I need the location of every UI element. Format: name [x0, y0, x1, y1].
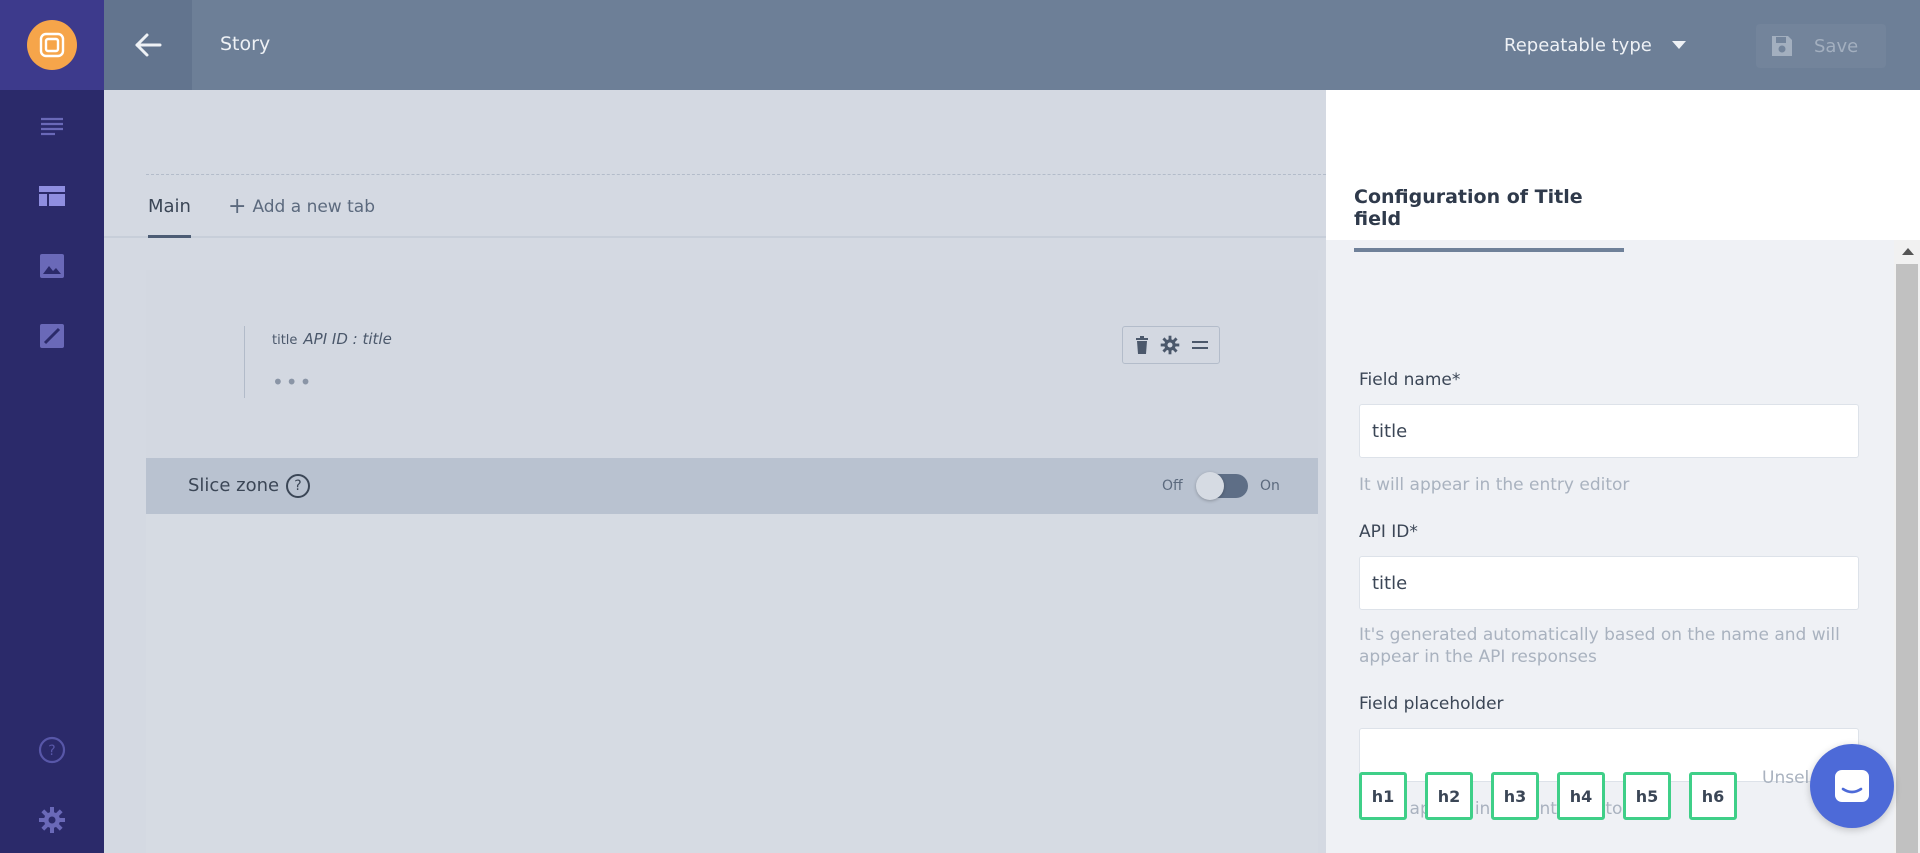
slice-zone-label: Slice zone: [188, 475, 280, 496]
help-icon[interactable]: ?: [37, 735, 67, 765]
add-tab-label: Add a new tab: [252, 197, 375, 217]
chat-icon: [1835, 770, 1869, 802]
api-id-hint: It's generated automatically based on th…: [1359, 625, 1840, 667]
toggle-knob: [1196, 472, 1224, 500]
fields-area: title API ID : title ••• Slice zone ? Off: [146, 270, 1318, 853]
svg-text:?: ?: [48, 743, 55, 759]
field-more-button[interactable]: •••: [272, 370, 313, 394]
save-icon: [1772, 36, 1792, 56]
table-icon[interactable]: [37, 181, 67, 211]
panel-scrollbar[interactable]: [1894, 240, 1920, 853]
scroll-up-arrow[interactable]: [1902, 248, 1914, 255]
config-panel-header: Configuration of Title field: [1326, 90, 1920, 252]
field-api-id: API ID : title: [303, 330, 392, 348]
tabbar-border: [104, 236, 1326, 238]
edit-image-icon[interactable]: [37, 321, 67, 351]
logo-icon: [27, 20, 77, 70]
sidebar-rail: ?: [0, 0, 104, 853]
heading-h3-button[interactable]: h3: [1491, 772, 1539, 820]
image-icon[interactable]: [37, 251, 67, 281]
heading-h1-button[interactable]: h1: [1359, 772, 1407, 820]
config-panel-body: Field name* It will appear in the entry …: [1326, 240, 1894, 853]
heading-h5-button[interactable]: h5: [1623, 772, 1671, 820]
api-id-label: API ID*: [1359, 522, 1418, 542]
placeholder-label: Field placeholder: [1359, 694, 1504, 714]
api-id-input[interactable]: [1359, 556, 1859, 610]
toggle-on-label: On: [1260, 478, 1280, 494]
back-button[interactable]: [104, 0, 192, 90]
toggle-off-label: Off: [1162, 478, 1183, 494]
chat-button[interactable]: [1810, 744, 1894, 828]
logo[interactable]: [0, 0, 104, 90]
divider: [146, 174, 1326, 175]
trash-icon[interactable]: [1135, 336, 1149, 354]
type-select-label: Repeatable type: [1504, 34, 1652, 56]
slice-zone-toggle[interactable]: [1196, 472, 1248, 500]
field-label: title API ID : title: [272, 330, 392, 348]
tab-main[interactable]: Main: [148, 186, 191, 238]
gear-icon[interactable]: [37, 805, 67, 835]
field-card[interactable]: title API ID : title •••: [146, 270, 1318, 458]
plus-icon: +: [228, 194, 247, 219]
config-panel: Configuration of Title field Field name*…: [1326, 90, 1920, 853]
field-name: title: [272, 333, 298, 348]
heading-h4-button[interactable]: h4: [1557, 772, 1605, 820]
slice-zone: Slice zone ? Off On: [146, 458, 1318, 514]
arrow-left-icon: [135, 33, 162, 57]
heading-options: h1 h2 h3 h4 h5 h6: [1359, 772, 1737, 820]
add-tab-button[interactable]: + Add a new tab: [228, 186, 375, 230]
save-label: Save: [1814, 35, 1859, 57]
editor-canvas: Main + Add a new tab title API ID : title …: [104, 90, 1326, 853]
heading-h6-button[interactable]: h6: [1689, 772, 1737, 820]
top-bar: Story Repeatable type Save: [104, 0, 1920, 90]
list-icon[interactable]: [37, 111, 67, 141]
page-title: Story: [220, 33, 271, 55]
field-indent-line: [244, 326, 245, 398]
heading-h2-button[interactable]: h2: [1425, 772, 1473, 820]
field-name-input[interactable]: [1359, 404, 1859, 458]
field-name-hint: It will appear in the entry editor: [1359, 475, 1630, 495]
unselect-link[interactable]: Unsel: [1762, 768, 1809, 788]
save-button[interactable]: Save: [1756, 24, 1886, 68]
field-name-label: Field name*: [1359, 370, 1461, 390]
scroll-thumb[interactable]: [1896, 264, 1918, 853]
type-select[interactable]: Repeatable type: [1504, 0, 1686, 90]
drag-handle-icon[interactable]: [1191, 340, 1208, 350]
caret-down-icon: [1671, 41, 1686, 49]
help-icon[interactable]: ?: [286, 474, 310, 498]
gear-icon[interactable]: [1160, 335, 1180, 355]
field-toolbar: [1122, 326, 1220, 364]
